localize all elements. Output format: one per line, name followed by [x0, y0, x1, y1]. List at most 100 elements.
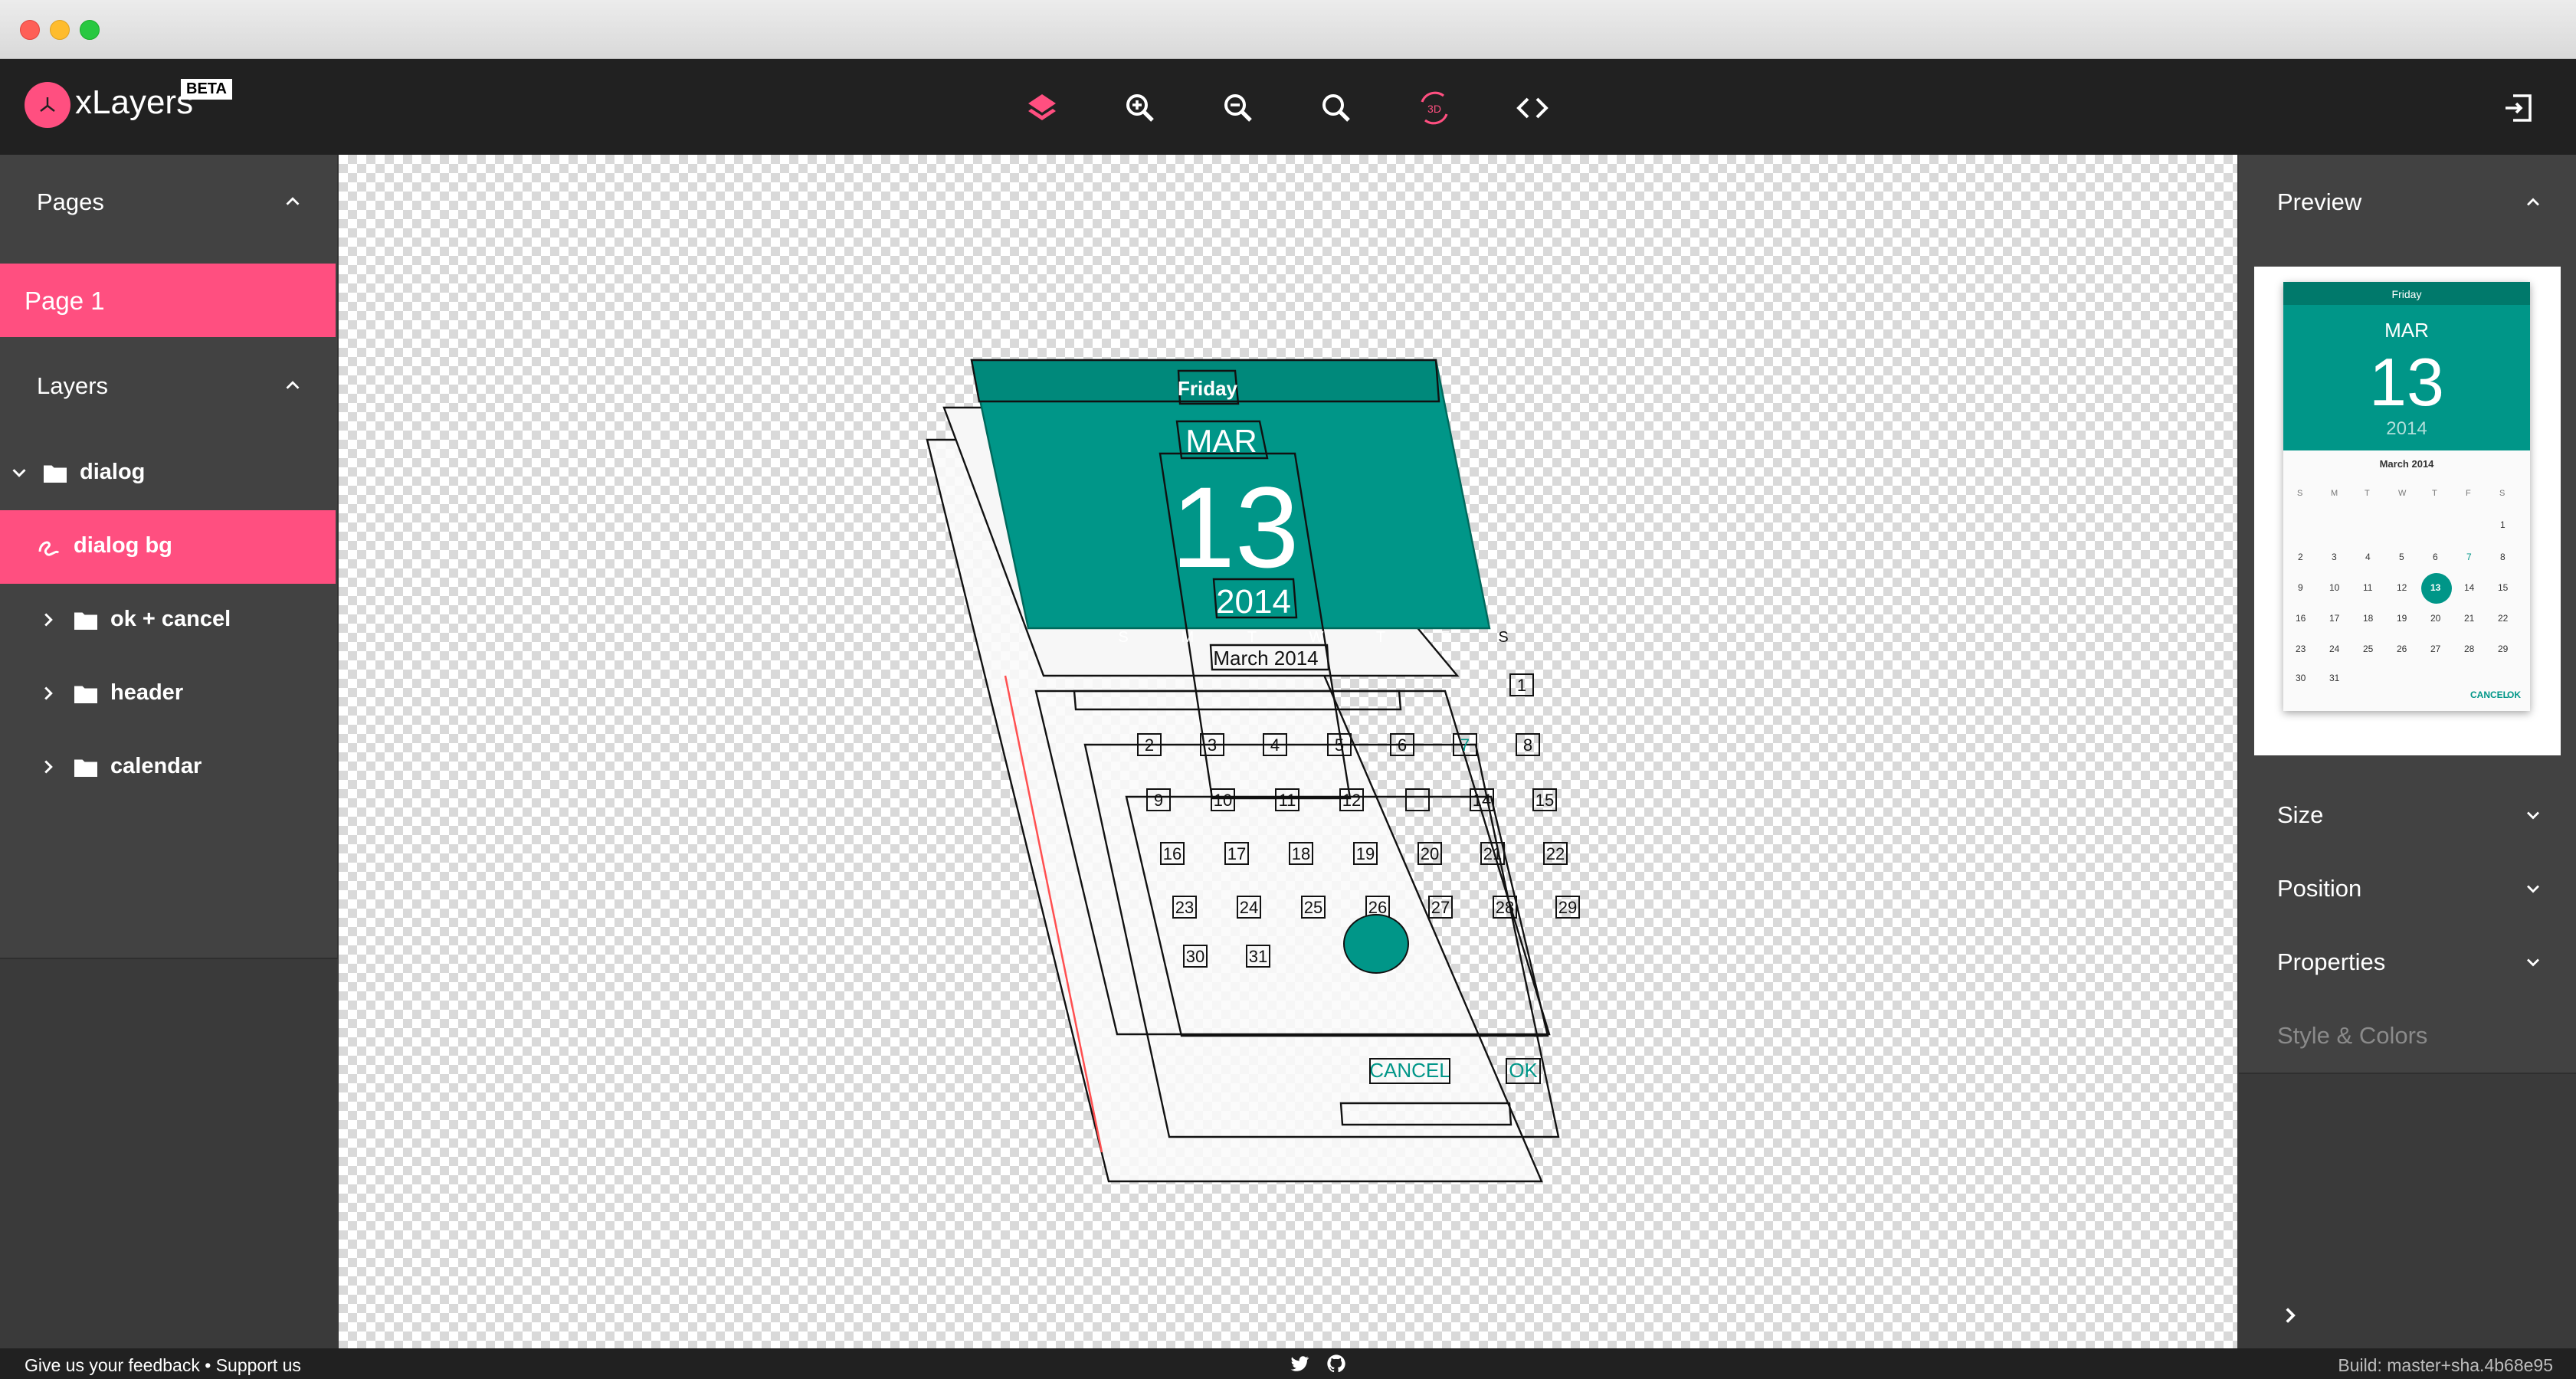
position-section-header[interactable]: Position: [2239, 852, 2576, 925]
preview-day-cell[interactable]: 16: [2296, 613, 2306, 624]
preview-day-cell[interactable]: 17: [2329, 613, 2339, 624]
export-icon[interactable]: [2501, 90, 2538, 126]
preview-day-cell[interactable]: 21: [2464, 613, 2474, 624]
day-label[interactable]: 10: [1214, 791, 1232, 810]
preview-day-cell[interactable]: 29: [2498, 644, 2508, 654]
chevron-down-icon[interactable]: [8, 461, 31, 484]
maximize-window-button[interactable]: [80, 20, 100, 40]
day-label[interactable]: 28: [1496, 898, 1514, 917]
preview-day-cell[interactable]: 20: [2430, 613, 2440, 624]
chevron-up-icon[interactable]: [281, 374, 304, 397]
day-label[interactable]: 19: [1356, 844, 1375, 863]
chevron-down-icon[interactable]: [2522, 804, 2544, 826]
day-label[interactable]: 31: [1249, 947, 1267, 966]
preview-day-cell[interactable]: 5: [2399, 552, 2404, 562]
preview-day-cell[interactable]: 10: [2329, 582, 2339, 593]
minimize-window-button[interactable]: [50, 20, 70, 40]
day-label[interactable]: 1: [1517, 676, 1526, 695]
page-item[interactable]: Page 1: [0, 264, 336, 337]
day-label[interactable]: 18: [1292, 844, 1310, 863]
ok-button-label[interactable]: OK: [1509, 1059, 1538, 1082]
code-icon[interactable]: [1514, 90, 1551, 126]
preview-day-cell[interactable]: 19: [2397, 613, 2407, 624]
chevron-right-icon[interactable]: [37, 755, 60, 778]
close-window-button[interactable]: [20, 20, 40, 40]
preview-day-cell[interactable]: 11: [2363, 582, 2372, 593]
design-canvas[interactable]: Friday MAR 13 2014 March 2014 S M T W T …: [339, 155, 2237, 1348]
layer-row-dialog[interactable]: dialog: [0, 437, 336, 510]
day-label[interactable]: 22: [1546, 844, 1565, 863]
preview-day-cell[interactable]: 14: [2464, 582, 2474, 593]
zoom-in-icon[interactable]: [1122, 90, 1159, 126]
layer-row-ok-cancel[interactable]: ok + cancel: [0, 584, 336, 657]
preview-day-cell[interactable]: 26: [2397, 644, 2407, 654]
twitter-icon[interactable]: [1289, 1353, 1310, 1374]
day-label[interactable]: 24: [1240, 898, 1258, 917]
day-label[interactable]: 29: [1558, 898, 1577, 917]
zoom-out-icon[interactable]: [1220, 90, 1257, 126]
cancel-button-label[interactable]: CANCEL: [1369, 1059, 1450, 1082]
preview-ok-button[interactable]: OK: [2507, 690, 2521, 700]
day-label[interactable]: 7: [1460, 735, 1470, 755]
day-label[interactable]: 5: [1335, 735, 1344, 755]
preview-day-cell[interactable]: 3: [2332, 552, 2337, 562]
day-label[interactable]: 21: [1483, 844, 1502, 863]
day-label[interactable]: 20: [1421, 844, 1439, 863]
layers-icon[interactable]: [1024, 90, 1060, 126]
preview-day-cell[interactable]: 9: [2298, 582, 2303, 593]
chevron-right-icon[interactable]: [37, 682, 60, 705]
day-label[interactable]: 6: [1398, 735, 1407, 755]
day-label[interactable]: 3: [1208, 735, 1217, 755]
chevron-down-icon[interactable]: [2522, 878, 2544, 899]
3d-layer-view[interactable]: Friday MAR 13 2014 March 2014 S M T W T …: [339, 155, 2237, 1348]
day-label[interactable]: 15: [1535, 791, 1554, 810]
layer-row-calendar[interactable]: calendar: [0, 731, 336, 804]
day-label[interactable]: 23: [1175, 898, 1194, 917]
preview-day-cell[interactable]: 8: [2500, 552, 2506, 562]
properties-section-header[interactable]: Properties: [2239, 925, 2576, 999]
preview-day-cell[interactable]: 13: [2430, 582, 2440, 593]
pages-section-header[interactable]: Pages: [0, 155, 338, 247]
day-label[interactable]: 30: [1186, 947, 1204, 966]
preview-day-cell[interactable]: 31: [2329, 673, 2339, 683]
preview-day-cell[interactable]: 4: [2365, 552, 2371, 562]
day-label[interactable]: 25: [1304, 898, 1322, 917]
day-label[interactable]: 17: [1227, 844, 1246, 863]
day-label[interactable]: 27: [1431, 898, 1450, 917]
preview-day-cell[interactable]: 23: [2296, 644, 2306, 654]
layers-section-header[interactable]: Layers: [0, 339, 338, 431]
day-label[interactable]: 14: [1473, 791, 1491, 810]
chevron-right-icon[interactable]: [2277, 1302, 2303, 1328]
size-section-header[interactable]: Size: [2239, 778, 2576, 852]
preview-day-cell[interactable]: 1: [2500, 519, 2506, 530]
chevron-up-icon[interactable]: [2522, 192, 2544, 213]
github-icon[interactable]: [1326, 1353, 1347, 1374]
support-link[interactable]: Support us: [216, 1355, 301, 1375]
preview-day-cell[interactable]: 15: [2498, 582, 2508, 593]
preview-day-cell[interactable]: 27: [2430, 644, 2440, 654]
day-label[interactable]: 12: [1342, 791, 1361, 810]
preview-day-cell[interactable]: 6: [2433, 552, 2438, 562]
day-label[interactable]: 9: [1154, 791, 1163, 810]
preview-cancel-button[interactable]: CANCEL: [2470, 690, 2509, 700]
preview-day-cell[interactable]: 12: [2397, 582, 2407, 593]
preview-day-cell[interactable]: 25: [2363, 644, 2373, 654]
chevron-down-icon[interactable]: [2522, 952, 2544, 973]
preview-day-cell[interactable]: 7: [2466, 552, 2472, 562]
feedback-link[interactable]: Give us your feedback: [25, 1355, 200, 1375]
3d-icon[interactable]: 3D: [1416, 90, 1453, 126]
chevron-right-icon[interactable]: [37, 608, 60, 631]
preview-day-cell[interactable]: 2: [2298, 552, 2303, 562]
layer-row-header[interactable]: header: [0, 657, 336, 731]
preview-day-cell[interactable]: 28: [2464, 644, 2474, 654]
day-label[interactable]: 11: [1279, 791, 1296, 810]
day-label[interactable]: 8: [1523, 735, 1532, 755]
day-label[interactable]: 2: [1145, 735, 1154, 755]
day-label[interactable]: 16: [1163, 844, 1181, 863]
preview-day-cell[interactable]: 24: [2329, 644, 2339, 654]
day-label[interactable]: 4: [1270, 735, 1280, 755]
preview-day-cell[interactable]: 22: [2498, 613, 2508, 624]
preview-section-header[interactable]: Preview: [2239, 165, 2576, 239]
search-icon[interactable]: [1318, 90, 1355, 126]
chevron-up-icon[interactable]: [281, 190, 304, 213]
